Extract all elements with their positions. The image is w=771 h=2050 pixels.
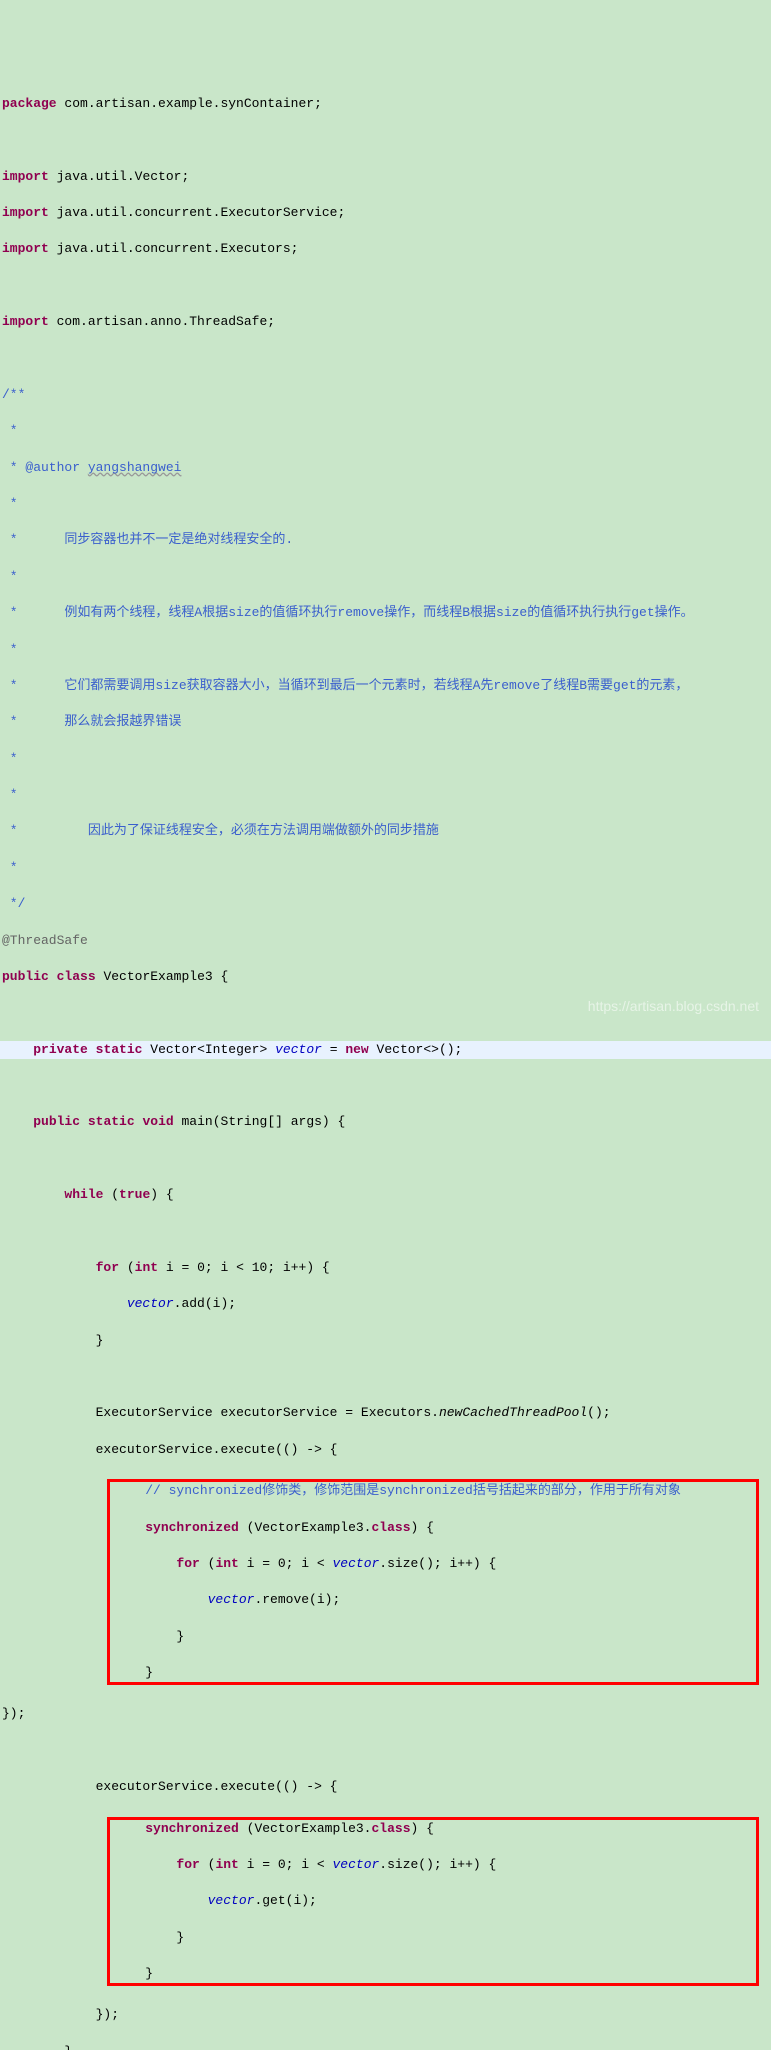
javadoc-line: * 那么就会报越界错误: [2, 713, 769, 731]
import-line: import com.artisan.anno.ThreadSafe;: [2, 313, 769, 331]
vector-add: vector.add(i);: [2, 1295, 769, 1313]
execute-call: executorService.execute(() -> {: [2, 1441, 769, 1459]
vector-get: vector.get(i);: [114, 1892, 752, 1910]
executor-decl: ExecutorService executorService = Execut…: [2, 1404, 769, 1422]
synchronized-stmt: synchronized (VectorExample3.class) {: [114, 1519, 752, 1537]
javadoc-line: * 因此为了保证线程安全，必须在方法调用端做额外的同步措施: [2, 822, 769, 840]
code-editor: package com.artisan.example.synContainer…: [2, 77, 769, 2050]
import-line: import java.util.Vector;: [2, 168, 769, 186]
for-stmt: for (int i = 0; i < 10; i++) {: [2, 1259, 769, 1277]
execute-call: executorService.execute(() -> {: [2, 1778, 769, 1796]
class-decl: public class VectorExample3 {: [2, 968, 769, 986]
highlighted-block-2: synchronized (VectorExample3.class) { fo…: [107, 1817, 759, 1987]
for-stmt: for (int i = 0; i < vector.size(); i++) …: [114, 1555, 752, 1573]
javadoc-open: /**: [2, 386, 769, 404]
for-stmt: for (int i = 0; i < vector.size(); i++) …: [114, 1856, 752, 1874]
main-method: public static void main(String[] args) {: [2, 1113, 769, 1131]
import-line: import java.util.concurrent.ExecutorServ…: [2, 204, 769, 222]
annotation: @ThreadSafe: [2, 932, 769, 950]
while-stmt: while (true) {: [2, 1186, 769, 1204]
javadoc-author: * @author yangshangwei: [2, 459, 769, 477]
import-line: import java.util.concurrent.Executors;: [2, 240, 769, 258]
close-lambda: });: [2, 1705, 769, 1723]
highlighted-block-1: // synchronized修饰类，修饰范围是synchronized括号括起…: [107, 1479, 759, 1685]
javadoc-line: * 同步容器也并不一定是绝对线程安全的.: [2, 531, 769, 549]
javadoc-line: * 例如有两个线程，线程A根据size的值循环执行remove操作，而线程B根据…: [2, 604, 769, 622]
package-line: package com.artisan.example.synContainer…: [2, 95, 769, 113]
javadoc-close: */: [2, 895, 769, 913]
package-path: com.artisan.example.synContainer;: [64, 96, 321, 111]
javadoc-line: * 它们都需要调用size获取容器大小，当循环到最后一个元素时，若线程A先rem…: [2, 677, 769, 695]
sync-comment: // synchronized修饰类，修饰范围是synchronized括号括起…: [114, 1482, 752, 1500]
javadoc-star: *: [2, 422, 769, 440]
synchronized-stmt: synchronized (VectorExample3.class) {: [114, 1820, 752, 1838]
package-keyword: package: [2, 96, 57, 111]
field-decl-highlighted: private static Vector<Integer> vector = …: [0, 1041, 771, 1059]
vector-remove: vector.remove(i);: [114, 1591, 752, 1609]
